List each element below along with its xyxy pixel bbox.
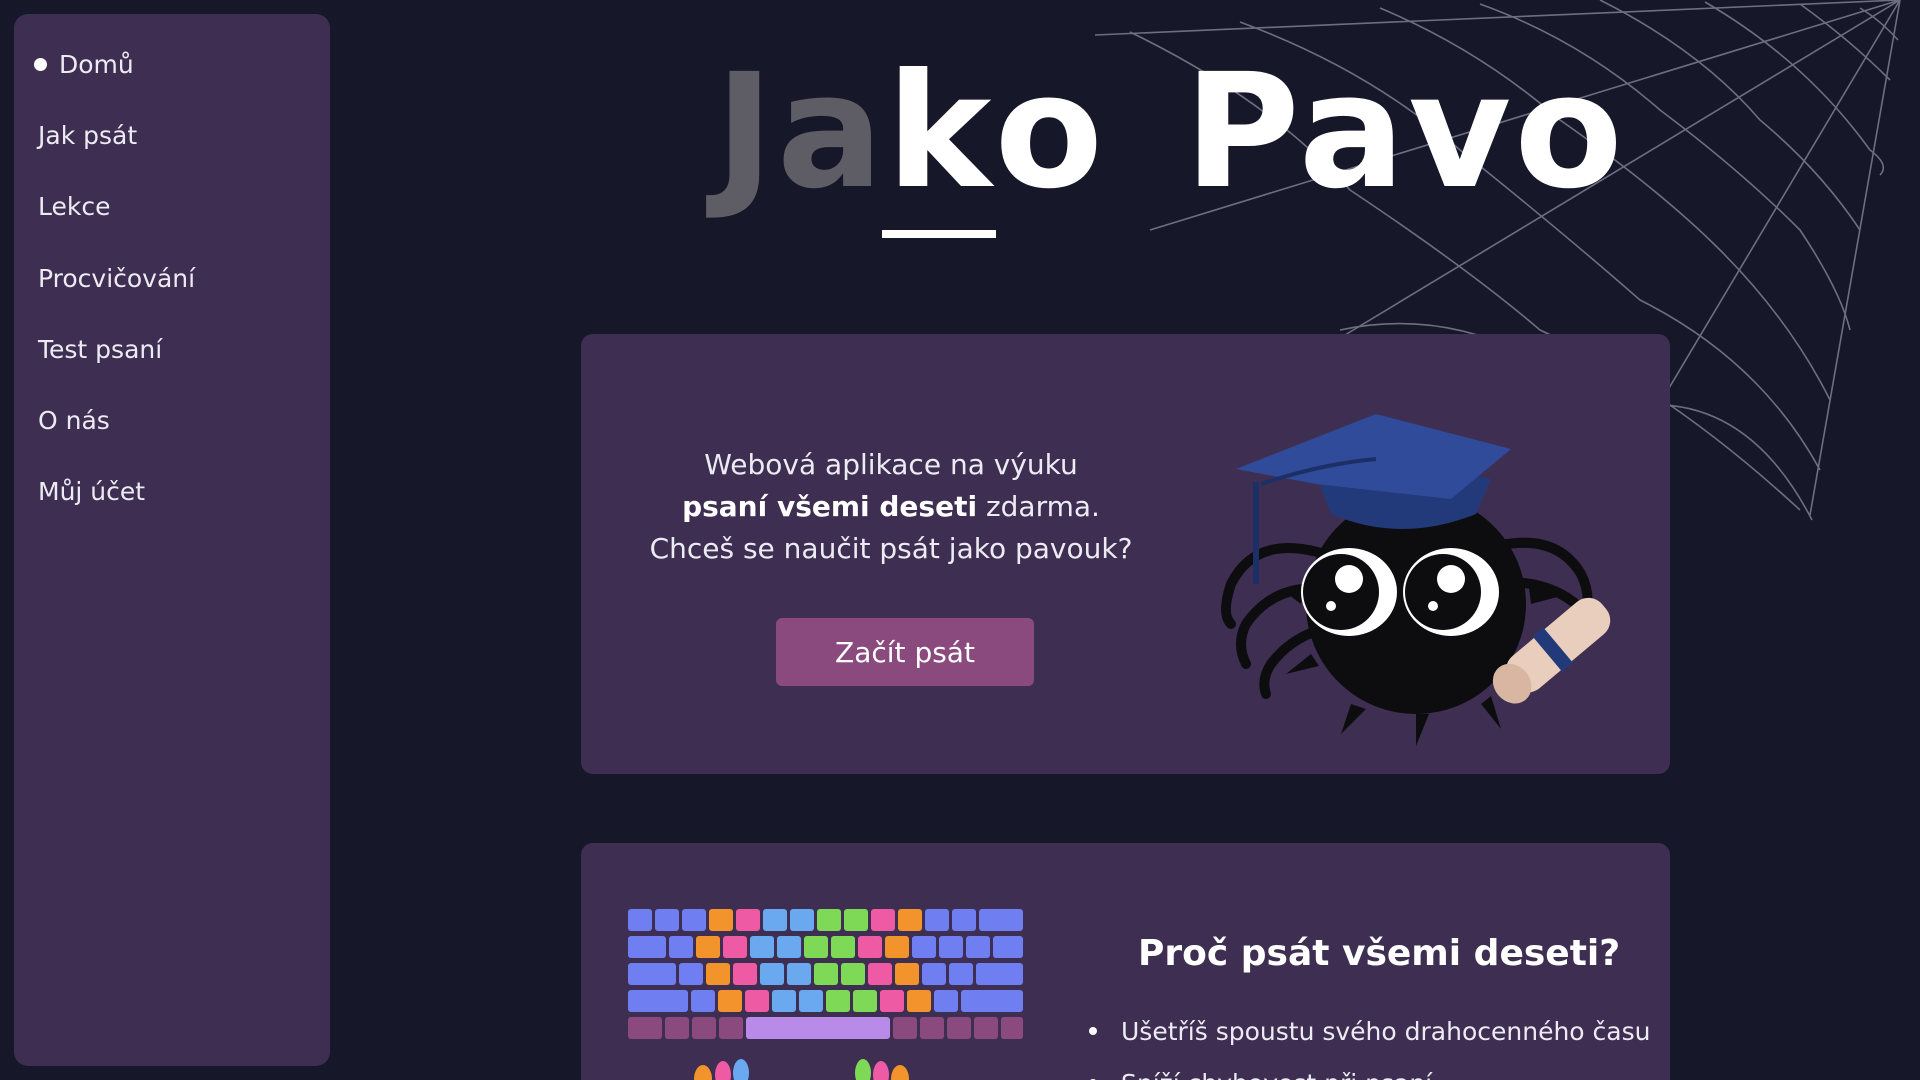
why-card: Proč psát všemi deseti? Ušetříš spoustu … (581, 843, 1670, 1080)
title-current-letter: k (886, 40, 995, 224)
hero-line-2-bold: psaní všemi deseti (682, 490, 978, 523)
list-item: Ušetříš spoustu svého drahocenného času (1089, 1013, 1650, 1049)
hero-line-3: Chceš se naučit psát jako pavouk? (649, 532, 1133, 565)
active-indicator-icon (34, 57, 47, 71)
sidebar-item-typing-test[interactable]: Test psaní (38, 329, 162, 369)
sidebar-item-label: O nás (38, 405, 110, 435)
hero-line-2-rest: zdarma. (977, 490, 1100, 523)
list-item-text: Ušetříš spoustu svého drahocenného času (1121, 1016, 1651, 1046)
sidebar-item-my-account[interactable]: Můj účet (38, 471, 145, 511)
start-typing-button[interactable]: Začít psát (776, 618, 1034, 686)
list-item-text: Sníží chybovost při psaní (1121, 1069, 1432, 1080)
why-heading: Proč psát všemi deseti? (1138, 933, 1621, 974)
title-second-word: Pavo (1184, 40, 1626, 224)
sidebar: Domů Jak psát Lekce Procvičování Test ps… (14, 14, 330, 1066)
sidebar-item-practice[interactable]: Procvičování (38, 258, 195, 298)
sidebar-item-label: Můj účet (38, 476, 146, 506)
sidebar-item-about[interactable]: O nás (38, 400, 110, 440)
sidebar-item-label: Procvičování (38, 263, 196, 293)
list-item: Sníží chybovost při psaní (1089, 1065, 1650, 1080)
sidebar-item-label: Jak psát (38, 120, 138, 150)
sidebar-item-home[interactable]: Domů (34, 44, 134, 84)
sidebar-item-how-to-type[interactable]: Jak psát (38, 115, 137, 155)
sidebar-item-label: Domů (59, 49, 134, 79)
spider-mascot-icon (1221, 414, 1611, 746)
bullet-icon (1089, 1027, 1097, 1035)
hero-description: Webová aplikace na výuku psaní všemi des… (641, 444, 1141, 570)
sidebar-item-label: Test psaní (38, 334, 163, 364)
sidebar-item-lessons[interactable]: Lekce (38, 186, 110, 226)
why-list: Ušetříš spoustu svého drahocenného času … (1089, 1013, 1650, 1080)
sidebar-item-label: Lekce (38, 191, 111, 221)
page-title: Jako Pavo (715, 40, 1623, 240)
hero-line-1: Webová aplikace na výuku (704, 448, 1078, 481)
keyboard-illustration-icon (628, 909, 1023, 1080)
title-remaining-text: o (994, 40, 1107, 224)
hero-card: Webová aplikace na výuku psaní všemi des… (581, 334, 1670, 774)
title-typed-text: Ja (715, 40, 887, 224)
hero-line-2: psaní všemi deseti zdarma. (641, 486, 1141, 528)
